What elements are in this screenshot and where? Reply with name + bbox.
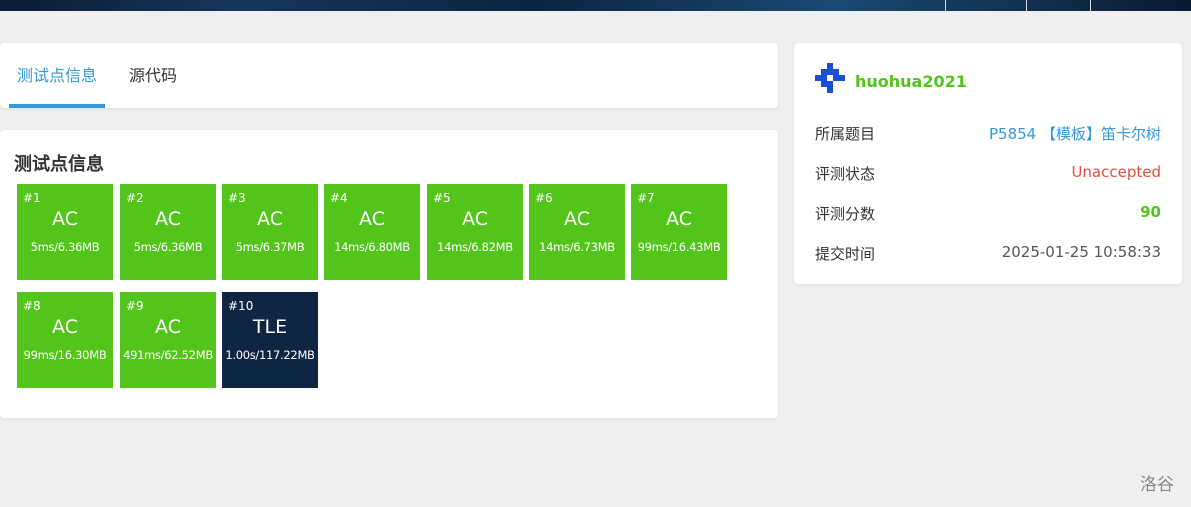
active-tab-indicator — [9, 104, 105, 108]
testcase-tile[interactable]: #3 AC 5ms/6.37MB — [222, 184, 318, 280]
testcase-tile[interactable]: #1 AC 5ms/6.36MB — [17, 184, 113, 280]
testcase-tile[interactable]: #6 AC 14ms/6.73MB — [529, 184, 625, 280]
testcase-time-memory: 491ms/62.52MB — [123, 348, 213, 362]
testcase-tile[interactable]: #8 AC 99ms/16.30MB — [17, 292, 113, 388]
problem-link[interactable]: P5854 【模板】笛卡尔树 — [989, 123, 1161, 144]
banner-separator — [945, 0, 946, 11]
problem-label: 所属题目 — [815, 125, 876, 143]
section-title: 测试点信息 — [14, 154, 104, 175]
testcase-time-memory: 1.00s/117.22MB — [225, 348, 315, 362]
testcase-number: #4 — [330, 191, 348, 205]
score-label: 评测分数 — [815, 205, 876, 223]
testcase-status: AC — [257, 208, 283, 230]
testcase-status: AC — [52, 208, 78, 230]
testcase-status: AC — [155, 316, 181, 338]
testcase-time-memory: 99ms/16.43MB — [637, 240, 721, 254]
tabs-card: 测试点信息 源代码 — [0, 43, 778, 108]
testcase-time-memory: 5ms/6.36MB — [30, 240, 100, 254]
testcase-number: #9 — [126, 299, 144, 313]
testcase-status: AC — [359, 208, 385, 230]
testcase-status: AC — [564, 208, 590, 230]
user-avatar-icon[interactable] — [815, 63, 847, 95]
testcase-number: #6 — [535, 191, 553, 205]
testcase-number: #10 — [228, 299, 254, 313]
submit-time-label: 提交时间 — [815, 245, 876, 263]
testcase-time-memory: 14ms/6.80MB — [334, 240, 410, 254]
testcase-number: #5 — [433, 191, 451, 205]
testcase-number: #2 — [126, 191, 144, 205]
testcase-status: AC — [666, 208, 692, 230]
testcase-tile[interactable]: #2 AC 5ms/6.36MB — [120, 184, 216, 280]
top-banner — [0, 0, 1191, 11]
footer-brand: 洛谷 — [1140, 475, 1174, 495]
testcase-status: AC — [155, 208, 181, 230]
testcase-tile[interactable]: #9 AC 491ms/62.52MB — [120, 292, 216, 388]
testcase-status: TLE — [252, 316, 288, 338]
judge-status-value: Unaccepted — [1071, 163, 1161, 181]
testcase-status: AC — [462, 208, 488, 230]
testcase-time-memory: 14ms/6.82MB — [437, 240, 513, 254]
testcase-number: #8 — [23, 299, 41, 313]
score-value: 90 — [1140, 203, 1161, 221]
testcase-tile[interactable]: #5 AC 14ms/6.82MB — [427, 184, 523, 280]
submission-info-card: huohua2021 所属题目 P5854 【模板】笛卡尔树 评测状态 Unac… — [794, 43, 1182, 284]
testcase-number: #3 — [228, 191, 246, 205]
testcase-number: #1 — [23, 191, 41, 205]
testcase-status: AC — [52, 316, 78, 338]
username-link[interactable]: huohua2021 — [855, 72, 967, 91]
testcase-time-memory: 99ms/16.30MB — [23, 348, 107, 362]
testcase-time-memory: 5ms/6.36MB — [133, 240, 203, 254]
banner-separator — [1026, 0, 1027, 11]
tab-testcase-info[interactable]: 测试点信息 — [17, 43, 97, 108]
banner-separator — [1090, 0, 1091, 11]
judge-status-label: 评测状态 — [815, 165, 876, 183]
tab-source-code[interactable]: 源代码 — [129, 43, 177, 108]
testcase-time-memory: 14ms/6.73MB — [539, 240, 615, 254]
testcase-tile[interactable]: #7 AC 99ms/16.43MB — [631, 184, 727, 280]
testcase-time-memory: 5ms/6.37MB — [235, 240, 305, 254]
testcase-tile[interactable]: #10 TLE 1.00s/117.22MB — [222, 292, 318, 388]
testcase-number: #7 — [637, 191, 655, 205]
testcases-card: 测试点信息 #1 AC 5ms/6.36MB #2 AC 5ms/6.36MB … — [0, 130, 778, 418]
testcase-tile[interactable]: #4 AC 14ms/6.80MB — [324, 184, 420, 280]
submit-time-value: 2025-01-25 10:58:33 — [1001, 243, 1161, 261]
